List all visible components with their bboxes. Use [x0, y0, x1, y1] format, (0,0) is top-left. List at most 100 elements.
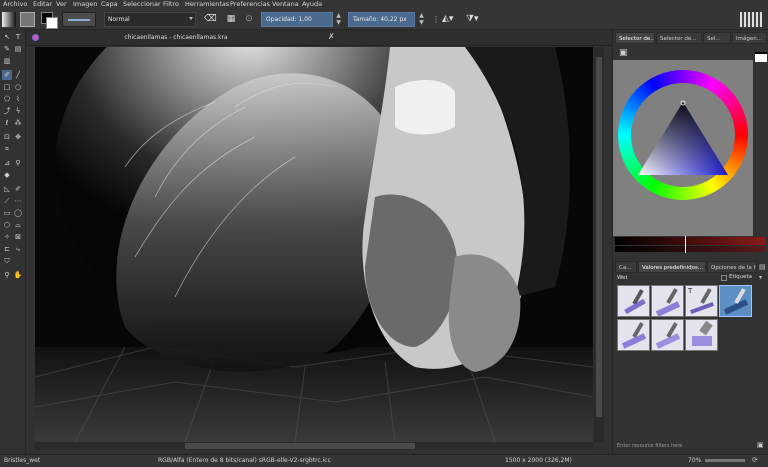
tab-layers[interactable]: Ca... [615, 261, 637, 273]
crop-tool-icon[interactable]: ⌗ [2, 144, 12, 154]
preset-item[interactable] [617, 285, 650, 317]
multibrush-icon[interactable]: ⁂ [13, 118, 23, 128]
ellipse-select-icon[interactable]: ◯ [13, 208, 23, 218]
blend-mode-dropdown[interactable]: Normal [104, 12, 196, 27]
perspective-grid-icon[interactable]: ⟋ [2, 196, 12, 206]
tag-label[interactable]: Etiqueta [729, 274, 752, 280]
pan-tool-icon[interactable]: ✋ [13, 270, 23, 280]
vertical-scrollbar[interactable] [594, 47, 604, 442]
preset-item[interactable] [617, 319, 650, 351]
freehand-path-icon[interactable]: ϟ [13, 106, 23, 116]
history-color-strip-2[interactable] [615, 246, 765, 252]
rectangle-tool-icon[interactable]: □ [2, 82, 12, 92]
polygon-select-icon[interactable]: ⬡ [2, 220, 12, 230]
freehand-select-icon[interactable]: ⌓ [13, 220, 23, 230]
save-filter-icon[interactable]: ▣ [757, 441, 764, 449]
close-tab-icon[interactable]: ✗ [328, 32, 335, 41]
tab-color-selector-2[interactable]: Selector de... [656, 32, 702, 44]
zoom-tool-icon[interactable]: ⚲ [2, 270, 12, 280]
size-spin-icon[interactable]: ▲ ▼ [418, 12, 425, 27]
menu-preferencias[interactable]: Preferencias [230, 0, 270, 9]
blend-mode-value: Normal [108, 16, 130, 23]
calligraphy-icon[interactable]: ▤ [13, 44, 23, 54]
tab-tool-options[interactable]: Opciones de la he... [707, 261, 757, 273]
preset-tag-label[interactable]: Wet [617, 275, 628, 281]
preset-item-selected[interactable] [719, 285, 752, 317]
menu-capa[interactable]: Capa [101, 0, 118, 9]
measure-tool-icon[interactable]: ◺ [2, 184, 12, 194]
opacity-slider[interactable]: Opacidad: 1,00 [261, 12, 333, 27]
menu-editar[interactable]: Editar [33, 0, 52, 9]
preset-item[interactable] [651, 319, 684, 351]
transform-tool-icon[interactable]: ⊡ [2, 132, 12, 142]
contiguous-select-icon[interactable]: ✧ [2, 232, 12, 242]
color-profile-info: RGB/Alfa (Entero de 8 bits/canal) sRGB-e… [158, 457, 331, 464]
resource-filter-input[interactable]: Enter resource filters here [617, 442, 755, 451]
tab-color-selector-1[interactable]: Selector de... [615, 32, 655, 44]
document-title[interactable]: chicaenllamas - chicaenllamas.kra [26, 30, 326, 46]
select-shapes-icon[interactable]: ↖ [2, 32, 12, 42]
smart-patch-icon[interactable]: ⋯ [13, 196, 23, 206]
gradient-selector[interactable] [2, 12, 16, 27]
fill-tool-icon[interactable]: ◆ [2, 170, 12, 180]
zoom-slider[interactable] [705, 459, 745, 462]
bezier-tool-icon[interactable]: ⤴ [2, 106, 12, 116]
edit-shapes-icon[interactable]: ✎ [2, 44, 12, 54]
saturation-value-triangle[interactable] [613, 60, 753, 236]
preserve-alpha-icon[interactable]: ▦ [225, 12, 237, 27]
menu-ver[interactable]: Ver [56, 0, 67, 9]
zoom-level: 70% [688, 457, 702, 464]
menu-seleccionar[interactable]: Seleccionar [123, 0, 161, 9]
menu-ventana[interactable]: Ventana [272, 0, 299, 9]
move-tool-icon[interactable]: ✥ [13, 132, 23, 142]
workspace-chooser-icon[interactable] [740, 12, 762, 27]
menu-herramientas[interactable]: Herramientas [185, 0, 229, 9]
similar-select-icon[interactable]: ⊠ [13, 232, 23, 242]
selector-settings-icon[interactable]: ▣ [619, 48, 628, 58]
preset-item[interactable] [651, 285, 684, 317]
canvas[interactable] [35, 47, 593, 442]
freehand-brush-icon[interactable]: ✐ [2, 70, 12, 80]
line-tool-icon[interactable]: ╱ [13, 70, 23, 80]
dynamic-brush-icon[interactable]: ℓ [2, 118, 12, 128]
menu-filtro[interactable]: Filtro [163, 0, 179, 9]
ellipse-tool-icon[interactable]: ○ [13, 82, 23, 92]
polygon-tool-icon[interactable]: ⬠ [2, 94, 12, 104]
history-color-strip[interactable] [615, 237, 765, 245]
brush-preset-preview[interactable] [62, 12, 96, 27]
dock-menu-icon[interactable]: ▤ [759, 263, 766, 271]
size-value: Tamaño: 40,22 px [353, 16, 407, 23]
tag-chevron-icon[interactable]: ▾ [759, 274, 762, 281]
menu-imagen[interactable]: Imagen [73, 0, 97, 9]
reference-tool-icon[interactable]: ✐ [13, 184, 23, 194]
rotation-icon[interactable]: ⟳ [752, 456, 758, 464]
text-tool-icon[interactable]: T [13, 32, 23, 42]
rect-select-icon[interactable]: ▭ [2, 208, 12, 218]
mirror-horizontal-icon[interactable]: ◭▾ [442, 12, 460, 27]
color-picker-icon[interactable]: ⚲ [13, 158, 23, 168]
menu-ayuda[interactable]: Ayuda [302, 0, 322, 9]
eraser-icon[interactable]: ⌫ [204, 12, 217, 27]
polyline-tool-icon[interactable]: ⌇ [13, 94, 23, 104]
tag-checkbox[interactable] [721, 275, 727, 281]
size-slider[interactable]: Tamaño: 40,22 px [348, 12, 415, 27]
opacity-spin-icon[interactable]: ▲ ▼ [335, 12, 342, 27]
pattern-selector[interactable] [20, 12, 35, 27]
assistant-tool-icon[interactable]: ⊿ [2, 158, 12, 168]
horizontal-scrollbar[interactable] [35, 442, 593, 450]
preset-item[interactable] [685, 319, 718, 351]
tab-brush-presets[interactable]: Valores predefinidos... [638, 261, 706, 273]
chevron-down-icon [189, 17, 193, 20]
mirror-vertical-icon[interactable]: ⧩▾ [466, 12, 484, 27]
gradient-tool-icon[interactable]: ▥ [2, 56, 12, 66]
separator-icon: ⋮ [432, 15, 440, 24]
bezier-select-icon[interactable]: ⊏ [2, 244, 12, 254]
shield-select-icon[interactable]: ⛉ [2, 256, 12, 266]
lock-icon[interactable]: ⊙ [243, 12, 255, 27]
preset-item[interactable]: T [685, 285, 718, 317]
menu-archivo[interactable]: Archivo [3, 0, 27, 9]
tab-selector-3[interactable]: Sel... [703, 32, 731, 44]
color-swatches[interactable] [41, 12, 58, 29]
tab-image[interactable]: Imágen... [732, 32, 767, 44]
magnetic-select-icon[interactable]: ⤷ [13, 244, 23, 254]
